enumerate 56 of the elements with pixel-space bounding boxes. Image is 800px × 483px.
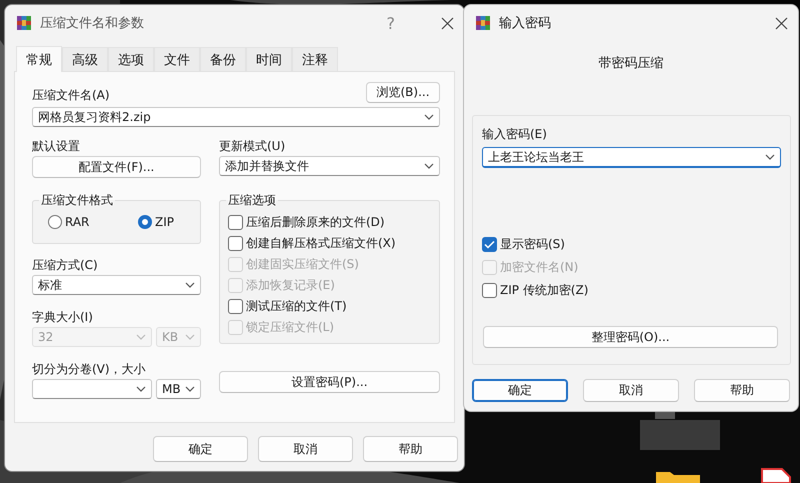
field-label: 切分为分卷(V)，大小 — [32, 362, 146, 377]
caret-icon — [136, 386, 146, 392]
field-label: 输入密码(E) — [482, 127, 547, 142]
tab[interactable]: 文件 — [154, 47, 200, 71]
books-icon — [475, 15, 491, 31]
radio-button[interactable]: ZIP — [138, 212, 174, 232]
caret-icon — [136, 334, 146, 340]
password-field[interactable]: 上老王论坛当老王 — [482, 147, 781, 168]
field-label: 默认设置 — [32, 139, 80, 154]
dialog-button[interactable]: 取消 — [583, 379, 679, 402]
caret-icon — [185, 386, 195, 392]
group-label: 压缩选项 — [227, 192, 277, 209]
books-icon — [16, 15, 32, 31]
dialog-button[interactable]: 帮助 — [363, 436, 458, 462]
profiles-button[interactable]: 配置文件(F)... — [32, 156, 201, 178]
field-label: 压缩方式(C) — [32, 258, 98, 273]
checkbox[interactable]: 压缩后删除原来的文件(D) — [228, 212, 385, 232]
unit-dropdown[interactable]: MB — [156, 379, 201, 399]
window-title: 输入密码 — [499, 15, 552, 32]
window-title: 压缩文件名和参数 — [40, 15, 145, 32]
check-icon — [484, 240, 495, 248]
set-password-button[interactable]: 设置密码(P)... — [219, 371, 440, 393]
field-label: 压缩文件名(A) — [32, 88, 110, 103]
dialog-button[interactable]: 确定 — [472, 379, 568, 402]
checkbox[interactable]: ZIP 传统加密(Z) — [482, 280, 588, 300]
tab[interactable]: 高级 — [62, 47, 108, 71]
tab[interactable]: 常规 — [16, 46, 62, 72]
tab[interactable]: 备份 — [200, 47, 246, 71]
tab[interactable]: 时间 — [246, 47, 292, 71]
group-label: 压缩文件格式 — [40, 192, 114, 209]
dialog-button[interactable]: 帮助 — [694, 379, 790, 402]
tab[interactable]: 选项 — [108, 47, 154, 71]
close-icon[interactable] — [441, 16, 454, 30]
archive-name-field[interactable]: 网格员复习资料2.zip — [32, 107, 440, 127]
tab[interactable]: 注释 — [292, 47, 338, 71]
checkbox[interactable]: 测试压缩的文件(T) — [228, 296, 347, 316]
dialog-button[interactable]: 取消 — [258, 436, 353, 462]
method-dropdown[interactable]: 标准 — [32, 275, 201, 295]
caret-icon — [185, 334, 195, 340]
field-label: 更新模式(U) — [219, 139, 286, 154]
organize-passwords-button[interactable]: 整理密码(O)... — [483, 326, 778, 348]
browse-button[interactable]: 浏览(B)... — [366, 82, 440, 103]
update-mode-dropdown[interactable]: 添加并替换文件 — [219, 156, 440, 176]
checkbox[interactable]: 显示密码(S) — [482, 234, 565, 254]
file-icon[interactable] — [760, 467, 792, 483]
checkbox[interactable]: 创建自解压格式压缩文件(X) — [228, 233, 396, 253]
volume-size-dropdown[interactable] — [32, 379, 152, 399]
caret-icon — [424, 163, 434, 169]
dialog-heading: 带密码压缩 — [598, 55, 664, 72]
dialog-button[interactable]: 确定 — [153, 436, 248, 462]
caret-icon — [424, 114, 434, 120]
field-label: 字典大小(I) — [32, 310, 93, 325]
radio-button[interactable]: RAR — [48, 212, 90, 232]
caret-icon — [185, 282, 195, 288]
close-icon[interactable] — [775, 16, 788, 30]
caret-icon — [765, 154, 775, 160]
